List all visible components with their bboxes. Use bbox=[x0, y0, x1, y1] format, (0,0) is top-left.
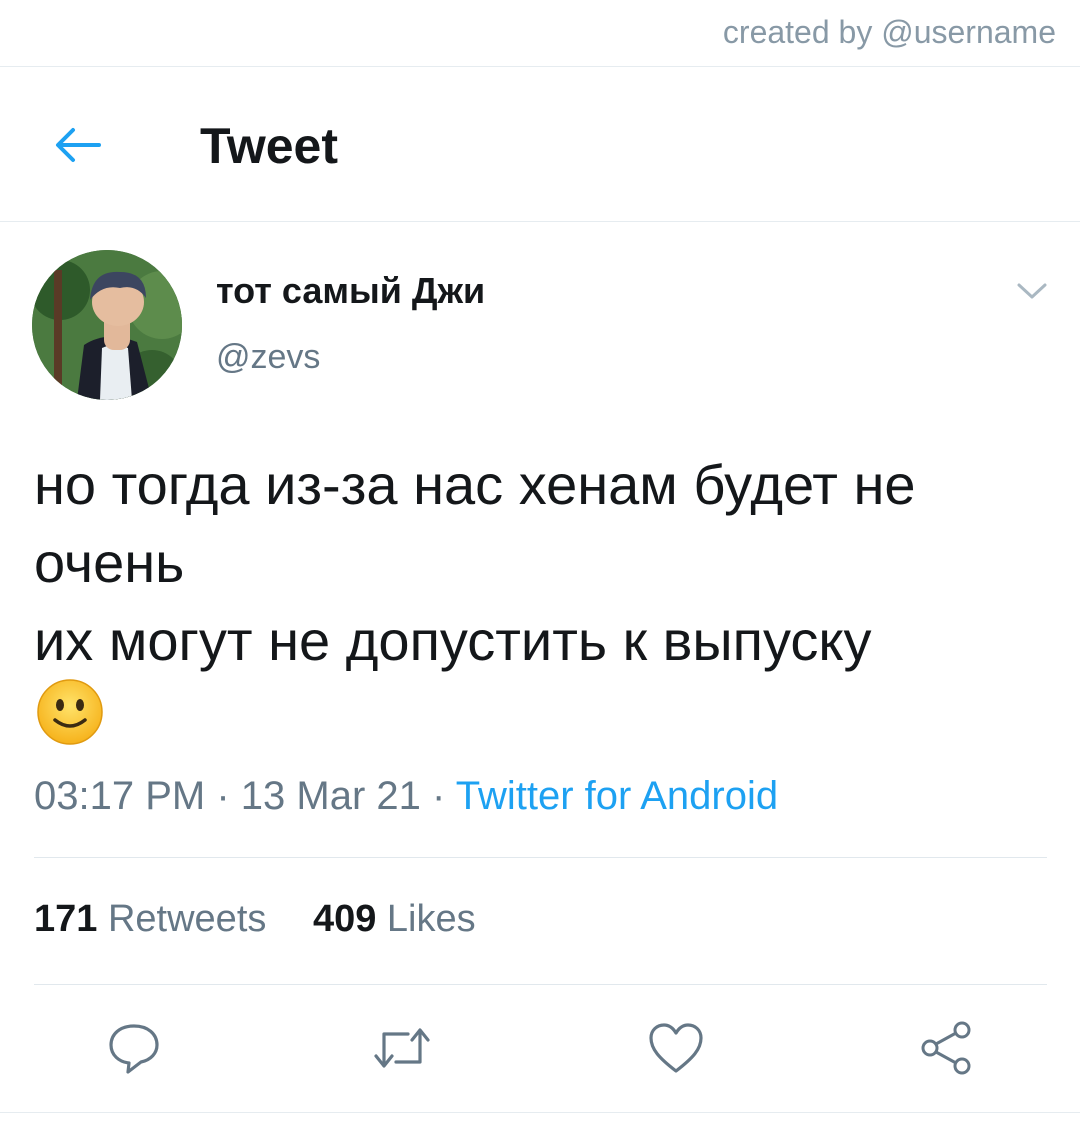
retweets-label: Retweets bbox=[107, 898, 267, 940]
tweet-source-link[interactable]: Twitter for Android bbox=[456, 774, 778, 818]
reply-icon bbox=[109, 1024, 159, 1074]
avatar[interactable] bbox=[32, 250, 182, 400]
chevron-down-icon bbox=[1017, 283, 1047, 299]
retweets-stat[interactable]: 171 Retweets bbox=[34, 898, 266, 941]
page-title: Tweet bbox=[200, 118, 338, 174]
retweet-icon bbox=[374, 1028, 430, 1068]
like-button[interactable] bbox=[644, 1016, 708, 1080]
tweet-text: но тогда из-за нас хенам будет не очень … bbox=[34, 446, 1044, 680]
tweet-stats: 171 Retweets 409 Likes bbox=[34, 898, 476, 941]
share-button[interactable] bbox=[914, 1016, 978, 1080]
more-options-button[interactable] bbox=[1012, 276, 1052, 306]
reply-button[interactable] bbox=[102, 1016, 166, 1080]
share-icon bbox=[921, 1021, 971, 1075]
divider bbox=[34, 857, 1047, 858]
credit-bar: created by @username bbox=[0, 0, 1080, 67]
arrow-left-icon bbox=[56, 128, 101, 162]
meta-separator: · bbox=[432, 774, 446, 818]
like-icon bbox=[649, 1023, 703, 1073]
tweet-text-line: их могут не допустить к выпуску bbox=[34, 609, 872, 672]
likes-stat[interactable]: 409 Likes bbox=[313, 898, 476, 941]
retweets-count: 171 bbox=[34, 898, 98, 940]
tweet-text-line: очень bbox=[34, 531, 185, 594]
meta-separator: · bbox=[216, 774, 230, 818]
bottom-divider bbox=[0, 1112, 1080, 1113]
likes-label: Likes bbox=[386, 898, 476, 940]
slightly-smiling-face-icon bbox=[37, 679, 103, 745]
avatar-image bbox=[32, 250, 182, 400]
likes-count: 409 bbox=[312, 898, 377, 940]
tweet-time: 03:17 PM bbox=[34, 774, 206, 818]
tweet-meta: 03:17 PM · 13 Mar 21 · Twitter for Andro… bbox=[34, 774, 778, 819]
credit-text: created by @username bbox=[722, 14, 1056, 50]
top-bar: Tweet bbox=[0, 67, 1080, 222]
tweet-text-line: но тогда из-за нас хенам будет не bbox=[34, 453, 916, 516]
author-handle[interactable]: @zevs bbox=[216, 338, 320, 377]
tweet-date: 13 Mar 21 bbox=[240, 774, 421, 818]
back-button[interactable] bbox=[40, 115, 116, 175]
retweet-button[interactable] bbox=[370, 1016, 434, 1080]
divider bbox=[34, 984, 1047, 985]
author-display-name[interactable]: тот самый Джи bbox=[216, 270, 485, 312]
